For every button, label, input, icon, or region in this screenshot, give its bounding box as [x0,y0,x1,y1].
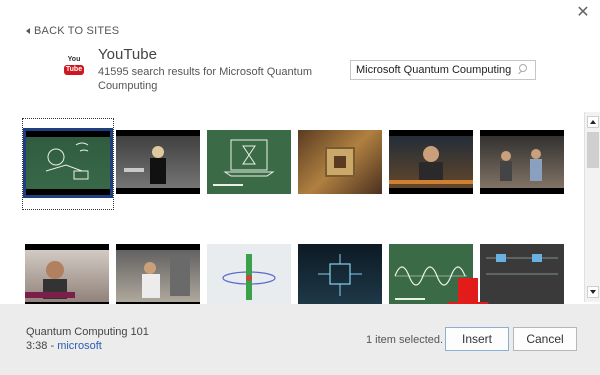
scroll-down-button[interactable] [587,286,599,298]
search-input[interactable] [351,61,511,79]
close-button[interactable]: ✕ [574,4,592,22]
thumbnail-image [116,130,200,194]
video-thumbnail-1[interactable] [22,118,114,210]
selected-video-meta: 3:38 - microsoft [26,340,102,352]
video-thumbnail-2[interactable] [113,118,205,210]
video-thumbnail-6[interactable] [477,118,569,210]
footer-bar: Quantum Computing 101 3:38 - microsoft 1… [0,304,600,375]
cancel-button[interactable]: Cancel [513,327,577,351]
thumbnail-image [116,244,200,304]
thumbnail-grid [0,112,600,304]
thumbnail-image [480,130,564,194]
vertical-scrollbar[interactable] [584,112,600,302]
scroll-thumb[interactable] [587,132,599,168]
video-duration: 3:38 [26,340,48,352]
scroll-up-button[interactable] [587,116,599,128]
video-thumbnail-7[interactable] [22,234,114,304]
search-results-count: 41595 search results for Microsoft Quant… [98,66,312,92]
insert-button[interactable]: Insert [445,327,509,351]
search-box[interactable] [350,60,536,80]
back-to-sites-link[interactable]: BACK TO SITES [26,25,119,37]
thumbnail-image [23,128,113,198]
back-link-label: BACK TO SITES [34,25,120,37]
video-thumbnail-8[interactable] [113,234,205,304]
logo-you-text: You [67,56,81,63]
search-icon[interactable] [515,62,531,78]
selected-video-title: Quantum Computing 101 [26,326,149,338]
thumbnail-image [389,130,473,194]
chevron-left-icon [26,28,30,34]
thumbnail-image [298,244,382,304]
thumbnail-image [25,244,109,304]
thumbnail-image [480,244,564,304]
channel-link[interactable]: microsoft [57,340,102,352]
thumbnail-image [207,130,291,194]
video-thumbnail-3[interactable] [204,118,296,210]
meta-separator: - [47,340,58,352]
logo-tube-text: Tube [64,65,84,75]
site-name: YouTube [98,46,157,63]
youtube-logo-icon: You Tube [64,56,84,80]
video-thumbnail-9[interactable] [204,234,296,304]
video-thumbnail-10[interactable] [295,234,387,304]
video-thumbnail-4[interactable] [295,118,387,210]
thumbnail-image [207,244,291,304]
selection-status: 1 item selected. [366,334,444,346]
thumbnail-image [298,130,382,194]
video-thumbnail-5[interactable] [386,118,478,210]
